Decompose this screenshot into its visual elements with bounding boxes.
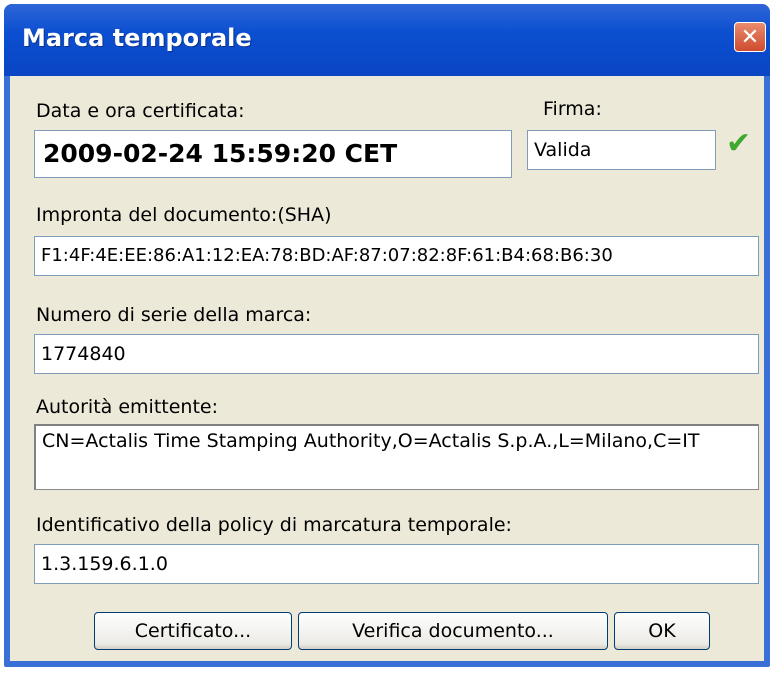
date-label: Data e ora certificata: [36,100,245,122]
date-field[interactable]: 2009-02-24 15:59:20 CET [34,130,512,178]
title-bar[interactable]: Marca temporale ✕ [4,4,770,76]
window-title: Marca temporale [22,24,252,52]
verify-document-button[interactable]: Verifica documento... [298,612,608,650]
signature-field[interactable]: Valida [527,130,716,170]
dialog-window: Marca temporale ✕ Data e ora certificata… [4,4,770,667]
hash-label: Impronta del documento:(SHA) [36,204,332,226]
dialog-body: Data e ora certificata: 2009-02-24 15:59… [10,76,764,661]
signature-label: Firma: [543,98,602,120]
policy-field[interactable]: 1.3.159.6.1.0 [34,544,759,584]
close-button[interactable]: ✕ [734,22,766,52]
certificate-button[interactable]: Certificato... [94,612,292,650]
policy-label: Identificativo della policy di marcatura… [36,514,512,536]
authority-field[interactable]: CN=Actalis Time Stamping Authority,O=Act… [34,424,759,490]
hash-field[interactable]: F1:4F:4E:EE:86:A1:12:EA:78:BD:AF:87:07:8… [34,236,759,276]
authority-label: Autorità emittente: [36,396,218,418]
serial-field[interactable]: 1774840 [34,334,759,374]
checkmark-icon: ✔ [726,126,752,161]
ok-button[interactable]: OK [614,612,710,650]
close-icon: ✕ [740,25,760,50]
serial-label: Numero di serie della marca: [36,304,312,326]
